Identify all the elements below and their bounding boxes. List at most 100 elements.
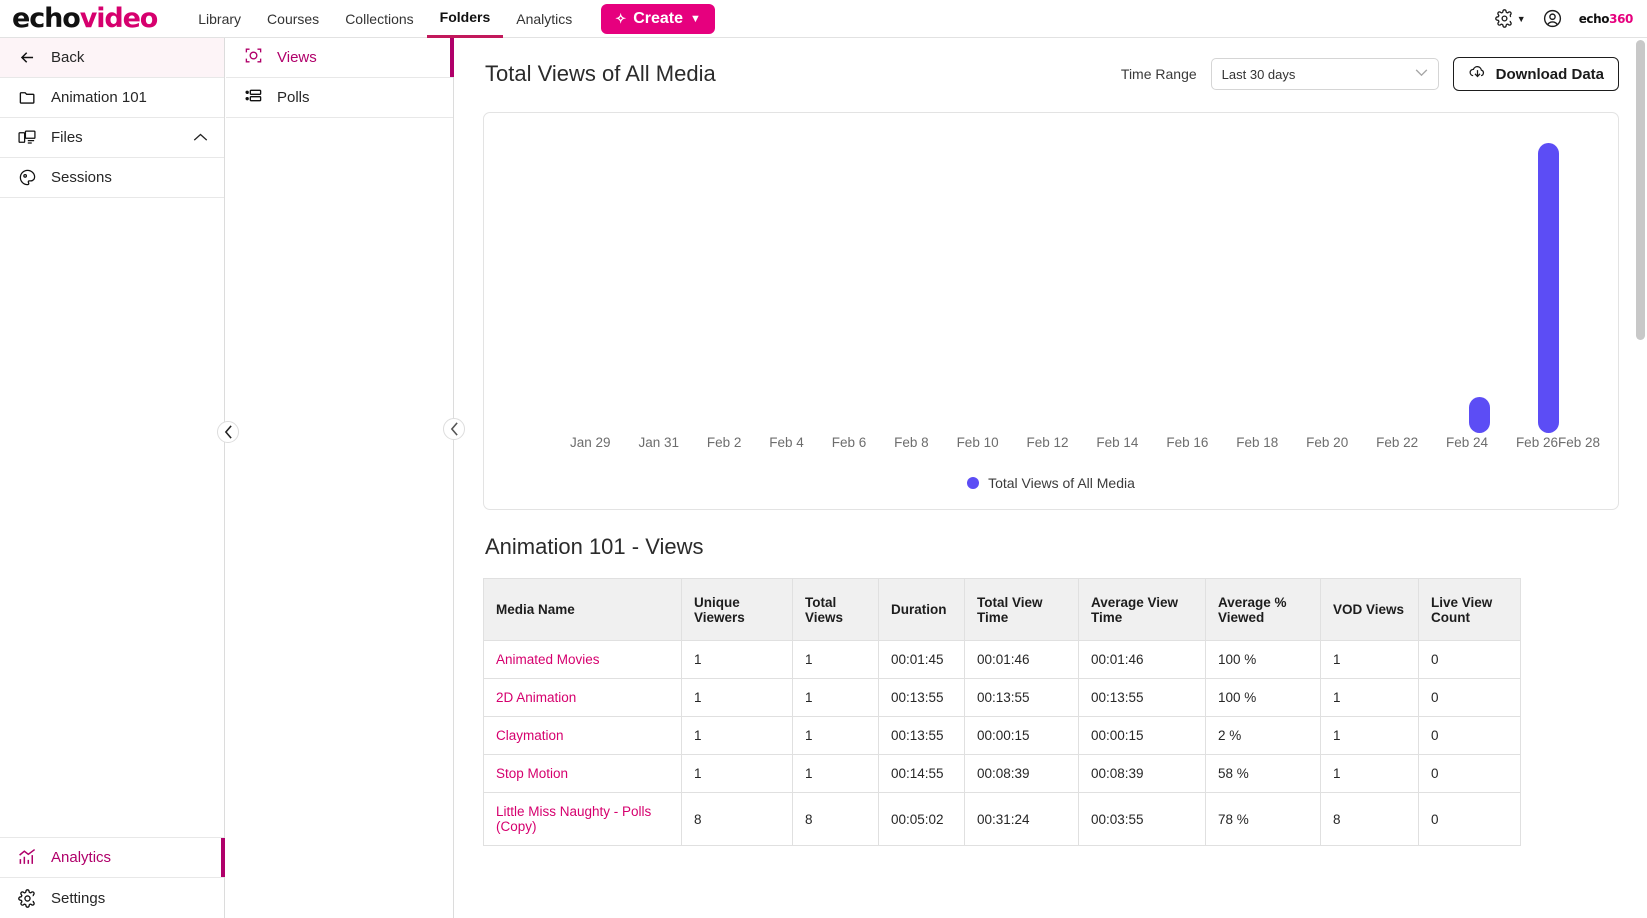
main-content: Total Views of All Media Time Range Last… (455, 38, 1647, 918)
collapse-subpanel-handle[interactable] (443, 418, 465, 440)
cell-total-view-time: 00:01:46 (964, 640, 1079, 679)
views-chart-card: Jan 29 Jan 31 Feb 2 Feb 4 Feb 6 Feb 8 Feb 10 Fe… (483, 112, 1619, 510)
cell-total-views: 1 (792, 754, 879, 793)
column-header-live-view-count[interactable]: Live View Count (1418, 578, 1521, 641)
cell-unique-viewers: 1 (681, 716, 793, 755)
cell-total-views: 1 (792, 716, 879, 755)
chart-bar-slot (1360, 121, 1394, 433)
x-axis-tick-label: Jan 31 (638, 435, 679, 450)
time-range-label: Time Range (1120, 66, 1197, 82)
cell-average-view-time: 00:00:15 (1078, 716, 1206, 755)
subpanel-item-polls-label: Polls (277, 89, 310, 106)
main-scrollbar-thumb[interactable] (1636, 40, 1645, 340)
sidebar-item-sessions-label: Sessions (51, 169, 112, 186)
time-range-select[interactable]: Last 30 days (1210, 58, 1439, 90)
x-axis-tick-label: Feb 18 (1236, 435, 1279, 450)
collapse-sidebar-handle[interactable] (217, 421, 239, 443)
chart-bar-slot (673, 121, 707, 433)
column-header-total-view-time[interactable]: Total View Time (964, 578, 1079, 641)
chart-bar-slot (707, 121, 741, 433)
cell-unique-viewers: 8 (681, 792, 793, 846)
sidebar-item-sessions[interactable]: Sessions (0, 158, 224, 198)
column-header-average-view-time[interactable]: Average View Time (1078, 578, 1206, 641)
nav-link-collections[interactable]: Collections (332, 0, 426, 38)
chart-bar-slot (570, 121, 604, 433)
gear-icon (16, 888, 38, 908)
column-header-duration[interactable]: Duration (878, 578, 965, 641)
cell-duration: 00:14:55 (878, 754, 965, 793)
x-axis-tick-label (929, 435, 957, 450)
chart-bars (570, 121, 1600, 433)
cell-media-name: Little Miss Naughty - Polls (Copy) (483, 792, 682, 846)
x-axis-tick-label: Feb 12 (1026, 435, 1069, 450)
cell-total-views: 1 (792, 678, 879, 717)
cell-unique-viewers: 1 (681, 678, 793, 717)
subpanel-item-views[interactable]: Views (226, 38, 454, 78)
x-axis-tick-label: Feb 28 (1557, 435, 1600, 450)
chevron-down-icon: ▼ (1516, 13, 1526, 24)
table-row: Stop Motion 1 1 00:14:55 00:08:39 00:08:39 58 … (483, 754, 1521, 793)
media-name-link[interactable]: Animated Movies (496, 652, 600, 667)
column-header-total-views[interactable]: Total Views (792, 578, 879, 641)
page-title: Total Views of All Media (485, 61, 716, 86)
sidebar-item-back[interactable]: Back (0, 38, 224, 78)
sidebar-item-analytics[interactable]: Analytics (0, 838, 225, 878)
sidebar-item-files[interactable]: Files (0, 118, 224, 158)
media-name-link[interactable]: Claymation (496, 728, 564, 743)
media-name-link[interactable]: 2D Animation (496, 690, 576, 705)
x-axis-tick-label (1348, 435, 1376, 450)
x-axis-tick-label: Feb 14 (1096, 435, 1139, 450)
primary-nav-links: Library Courses Collections Folders Anal… (185, 0, 585, 38)
media-name-link[interactable]: Little Miss Naughty - Polls (Copy) (496, 804, 651, 834)
chart-bar[interactable] (1469, 396, 1491, 433)
nav-link-analytics[interactable]: Analytics (503, 0, 585, 38)
media-name-link[interactable]: Stop Motion (496, 766, 568, 781)
column-header-vod-views[interactable]: VOD Views (1320, 578, 1419, 641)
x-axis-tick-label: Feb 22 (1376, 435, 1419, 450)
column-header-unique-viewers[interactable]: Unique Viewers (681, 578, 793, 641)
create-button-label: Create (633, 9, 683, 27)
nav-link-courses[interactable]: Courses (254, 0, 332, 38)
cloud-download-icon (1468, 63, 1487, 86)
chevron-up-icon[interactable] (193, 131, 208, 145)
table-row: Little Miss Naughty - Polls (Copy) 8 8 00:0… (483, 792, 1521, 846)
cell-vod-views: 1 (1320, 716, 1419, 755)
gear-icon (1494, 9, 1512, 28)
sidebar-item-settings-label: Settings (51, 889, 106, 907)
account-button[interactable] (1542, 8, 1563, 29)
chart-bar-slot (1566, 121, 1600, 433)
cell-total-views: 8 (792, 792, 879, 846)
download-data-button[interactable]: Download Data (1452, 57, 1619, 91)
x-axis-tick-label (999, 435, 1027, 450)
sidebar-item-settings[interactable]: Settings (0, 878, 224, 918)
cell-average-pct-viewed: 58 % (1205, 754, 1321, 793)
legend-label: Total Views of All Media (988, 475, 1135, 491)
logo-video-text: video (79, 3, 159, 34)
table-row: Animated Movies 1 1 00:01:45 00:01:46 00:01:4… (483, 640, 1521, 679)
create-button[interactable]: ✧ Create ▼ (601, 3, 715, 34)
magic-wand-icon: ✧ (615, 10, 627, 26)
cell-duration: 00:13:55 (878, 678, 965, 717)
echo360-logo-360: 360 (1609, 11, 1633, 26)
cell-duration: 00:01:45 (878, 640, 965, 679)
echovideo-logo[interactable]: echovideo (12, 3, 159, 34)
settings-gear-menu[interactable]: ▼ (1494, 9, 1526, 28)
chart-bar[interactable] (1537, 143, 1559, 433)
nav-link-library[interactable]: Library (185, 0, 254, 38)
nav-link-folders[interactable]: Folders (426, 0, 504, 38)
column-header-average-pct-viewed[interactable]: Average % Viewed (1205, 578, 1321, 641)
x-axis-tick-label (611, 435, 639, 450)
x-axis-tick-label (741, 435, 769, 450)
x-axis-tick-label: Feb 20 (1306, 435, 1349, 450)
cell-total-view-time: 00:13:55 (964, 678, 1079, 717)
column-header-media-name[interactable]: Media Name (483, 578, 682, 641)
subpanel-item-polls[interactable]: Polls (226, 78, 453, 118)
chevron-left-icon (224, 425, 232, 439)
sidebar-item-animation-101-label: Animation 101 (51, 89, 147, 106)
x-axis-tick-label: Feb 16 (1166, 435, 1209, 450)
polls-list-icon (244, 86, 263, 109)
main-scrollbar[interactable] (1636, 38, 1645, 918)
chart-bar-slot (604, 121, 638, 433)
sidebar-filler (0, 198, 224, 838)
sidebar-item-animation-101[interactable]: Animation 101 (0, 78, 224, 118)
